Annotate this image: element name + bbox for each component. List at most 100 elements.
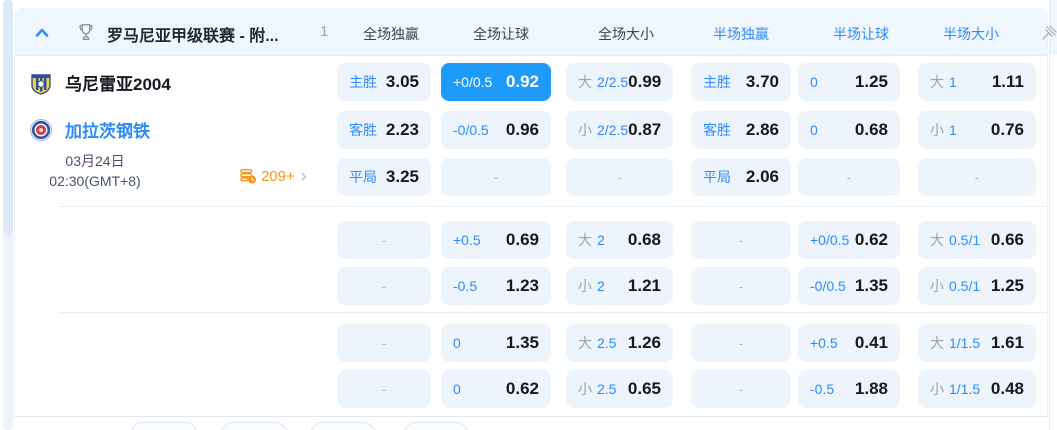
filter-chip[interactable] [310,422,376,430]
odds-cell[interactable]: 平局3.25 [337,158,431,196]
odds-line-label: 1/1.5 [949,381,980,397]
empty-odds-placeholder: - [382,381,387,397]
odds-cell[interactable]: 01.35 [441,324,551,362]
league-header: 罗马尼亚甲级联赛 - 附... 1 全场独赢 全场让球 全场大小 半场独赢 半场… [15,9,1047,56]
odds-direction-label: 大 [930,72,944,92]
odds-label: 大2 [578,230,605,250]
odds-cell[interactable]: 小2 1.21 [566,267,673,305]
odds-line-label: 0 [810,74,818,90]
more-markets-link[interactable]: 209+ › [239,167,307,185]
odds-value: 0.66 [991,230,1024,250]
odds-cell[interactable]: -0/0.51.35 [798,267,900,305]
odds-cell[interactable]: 客胜2.86 [691,111,791,149]
odds-cell-empty: - [798,158,900,196]
odds-direction-label: 小 [930,379,944,399]
odds-label: +0.5 [810,335,838,351]
odds-direction-label: 大 [578,72,592,92]
odds-cell[interactable]: +0/0.50.92 [441,63,551,101]
odds-value: 1.21 [628,276,661,296]
odds-cell-empty: - [337,324,431,362]
home-team-name: 乌尼雷亚2004 [65,70,171,95]
trophy-icon [73,19,99,45]
odds-value: 0.65 [628,379,661,399]
odds-line-label: 2.5 [597,335,616,351]
empty-odds-placeholder: - [382,278,387,294]
odds-line-label: +0.5 [453,232,481,248]
odds-cell[interactable]: 小2/2.50.87 [566,111,673,149]
odds-label: 小2 [578,276,605,296]
filter-chip[interactable] [130,422,198,430]
odds-value: 3.70 [746,72,779,92]
column-header-half-1x2: 半场独赢 [713,24,769,44]
league-odds-panel: 罗马尼亚甲级联赛 - 附... 1 全场独赢 全场让球 全场大小 半场独赢 半场… [14,8,1048,417]
odds-value: 0.68 [628,230,661,250]
odds-value: 3.25 [386,167,419,187]
odds-value: 0.62 [855,230,888,250]
odds-label: 主胜 [349,72,377,92]
section-divider [59,312,1047,313]
left-scrollbar-thumb[interactable] [3,0,13,235]
odds-cell[interactable]: -0/0.50.96 [441,111,551,149]
odds-cell[interactable]: 主胜3.70 [691,63,791,101]
odds-label: 小0.5/1 [930,276,980,296]
odds-value: 0.76 [991,120,1024,140]
away-team-name: 加拉茨钢铁 [65,117,150,142]
odds-label: 大2/2.5 [578,72,628,92]
odds-cell[interactable]: +0.50.69 [441,221,551,259]
away-team-row[interactable]: 加拉茨钢铁 [29,117,150,142]
odds-direction-label: 小 [578,120,592,140]
odds-line-label: 2 [597,278,605,294]
chevron-right-icon: › [301,169,307,183]
home-team-logo [29,71,53,95]
odds-value: 2.23 [386,120,419,140]
odds-cell[interactable]: 大2 0.68 [566,221,673,259]
odds-cell[interactable]: 主胜3.05 [337,63,431,101]
odds-cell[interactable]: 客胜 2.23 [337,111,431,149]
collapse-chevron-up-icon[interactable] [29,20,55,46]
odds-cell[interactable]: 00.62 [441,370,551,408]
filter-chip[interactable] [220,422,288,430]
section-divider [59,206,1047,207]
odds-value: 0.48 [991,379,1024,399]
odds-line-label: 0.5/1 [949,232,980,248]
odds-cell-empty: - [918,158,1036,196]
odds-cell[interactable]: 平局2.06 [691,158,791,196]
empty-odds-placeholder: - [494,169,499,185]
column-header-full-overunder: 全场大小 [598,24,654,44]
odds-cell[interactable]: 小 1/1.5 0.48 [918,370,1036,408]
odds-direction-label: 小 [930,120,944,140]
home-team-row[interactable]: 乌尼雷亚2004 [29,70,171,95]
kickoff-date: 03月24日 [15,151,175,171]
odds-cell[interactable]: 小10.76 [918,111,1036,149]
odds-cell-empty: - [337,370,431,408]
odds-cell[interactable]: 大2/2.50.99 [566,63,673,101]
pin-icon[interactable] [1041,25,1057,41]
odds-line-label: 客胜 [349,120,377,140]
odds-cell[interactable]: 大2.51.26 [566,324,673,362]
odds-line-label: 主胜 [349,72,377,92]
odds-cell[interactable]: 00.68 [798,111,900,149]
odds-cell[interactable]: -0.51.23 [441,267,551,305]
odds-cell[interactable]: 小0.5/11.25 [918,267,1036,305]
odds-cell[interactable]: -0.51.88 [798,370,900,408]
odds-value: 0.92 [506,72,539,92]
empty-odds-placeholder: - [847,169,852,185]
odds-cell[interactable]: +0.50.41 [798,324,900,362]
odds-line-label: 0 [453,335,461,351]
odds-line-label: 1 [949,74,957,90]
odds-direction-label: 小 [578,379,592,399]
odds-cell[interactable]: 大11.11 [918,63,1036,101]
more-markets-count: 209+ [261,168,295,185]
filter-chip[interactable] [403,422,469,430]
odds-value: 1.35 [506,333,539,353]
odds-cell[interactable]: 大0.5/10.66 [918,221,1036,259]
odds-cell[interactable]: 01.25 [798,63,900,101]
markets-coins-icon [239,167,257,185]
odds-line-label: 平局 [703,167,731,187]
odds-cell[interactable]: 大1/1.51.61 [918,324,1036,362]
odds-cell[interactable]: +0/0.50.62 [798,221,900,259]
kickoff-clock: 02:30(GMT+8) [15,171,175,191]
odds-line-label: 2 [597,232,605,248]
odds-cell[interactable]: 小2.50.65 [566,370,673,408]
empty-odds-placeholder: - [739,335,744,351]
